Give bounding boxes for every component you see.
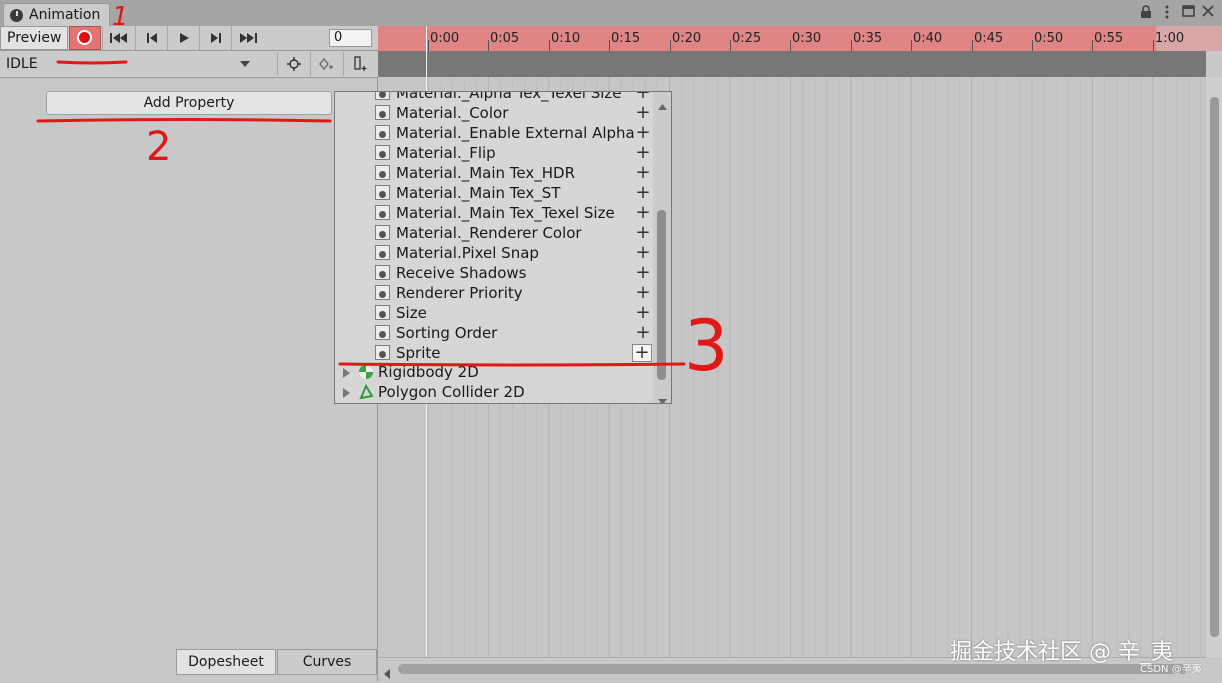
annotation-overlay [36, 60, 686, 367]
watermark-small: CSDN @辛夷 [1140, 664, 1202, 675]
annotation-2: 2 [146, 124, 172, 170]
annotation-1: 1 [112, 2, 129, 32]
annotation-3: 3 [684, 305, 729, 387]
